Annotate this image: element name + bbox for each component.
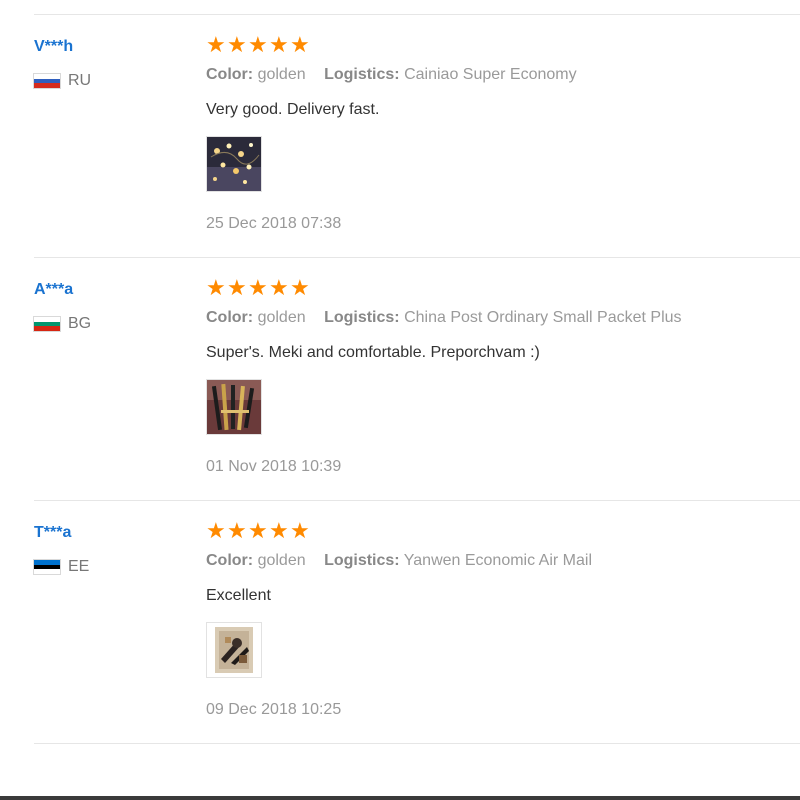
review-date: 25 Dec 2018 07:38 bbox=[206, 215, 342, 232]
ee-flag-icon bbox=[34, 560, 60, 575]
color-label: Color: bbox=[206, 66, 254, 83]
ru-flag-icon bbox=[34, 74, 60, 89]
reviewer-info: V***h RU bbox=[34, 37, 194, 91]
review-meta: Color: golden Logistics: Yanwen Economic… bbox=[206, 551, 800, 571]
review-photo-thumbnail[interactable] bbox=[206, 379, 262, 435]
bottom-edge-bar bbox=[0, 796, 800, 800]
country-code: RU bbox=[68, 72, 92, 89]
review-photo-thumbnail[interactable] bbox=[206, 136, 262, 192]
color-label: Color: bbox=[206, 309, 254, 326]
review-list: V***h RU ★ ★ ★ ★ ★ Color: golden Logistics: bbox=[34, 14, 800, 744]
color-label: Color: bbox=[206, 552, 254, 569]
review-meta: Color: golden Logistics: China Post Ordi… bbox=[206, 308, 800, 328]
logistics-label: Logistics: bbox=[324, 552, 400, 569]
review-comment: Excellent bbox=[206, 587, 271, 604]
star-icon: ★ bbox=[290, 276, 310, 301]
color-value: golden bbox=[257, 552, 306, 569]
country-code: BG bbox=[68, 315, 92, 332]
star-icon: ★ bbox=[227, 276, 247, 301]
review-item: A***a BG ★ ★ ★ ★ ★ Color: golden Logistics: bbox=[34, 258, 800, 501]
star-icon: ★ bbox=[290, 519, 310, 544]
logistics-value: Cainiao Super Economy bbox=[404, 66, 577, 83]
reviewer-info: T***a EE bbox=[34, 523, 194, 577]
review-body: ★ ★ ★ ★ ★ Color: golden Logistics: Cainiao S… bbox=[206, 35, 800, 234]
reviewer-name[interactable]: A***a bbox=[34, 280, 194, 300]
star-icon: ★ bbox=[206, 33, 226, 58]
star-icon: ★ bbox=[290, 33, 310, 58]
logistics-label: Logistics: bbox=[324, 309, 400, 326]
star-icon: ★ bbox=[248, 276, 268, 301]
star-icon: ★ bbox=[227, 519, 247, 544]
star-icon: ★ bbox=[248, 519, 268, 544]
review-photo-brush-set bbox=[207, 623, 261, 677]
review-photo-fairy-lights bbox=[207, 137, 261, 191]
review-date: 09 Dec 2018 10:25 bbox=[206, 701, 342, 718]
star-rating: ★ ★ ★ ★ ★ bbox=[206, 278, 800, 300]
reviewer-name[interactable]: T***a bbox=[34, 523, 194, 543]
color-value: golden bbox=[257, 66, 306, 83]
review-photo-thumbnail[interactable] bbox=[206, 622, 262, 678]
star-icon: ★ bbox=[248, 33, 268, 58]
star-icon: ★ bbox=[206, 519, 226, 544]
review-photo-brushes bbox=[207, 380, 261, 434]
review-comment: Very good. Delivery fast. bbox=[206, 101, 380, 118]
star-rating: ★ ★ ★ ★ ★ bbox=[206, 521, 800, 543]
flag-stripe bbox=[34, 83, 60, 89]
reviewer-country: BG bbox=[34, 314, 194, 334]
reviewer-country: RU bbox=[34, 71, 194, 91]
flag-stripe bbox=[34, 569, 60, 575]
reviewer-country: EE bbox=[34, 557, 194, 577]
review-body: ★ ★ ★ ★ ★ Color: golden Logistics: Yanwen Ec… bbox=[206, 521, 800, 720]
country-code: EE bbox=[68, 558, 90, 575]
review-meta: Color: golden Logistics: Cainiao Super E… bbox=[206, 65, 800, 85]
star-icon: ★ bbox=[227, 33, 247, 58]
review-page: V***h RU ★ ★ ★ ★ ★ Color: golden Logistics: bbox=[0, 0, 800, 800]
review-date: 01 Nov 2018 10:39 bbox=[206, 458, 342, 475]
star-rating: ★ ★ ★ ★ ★ bbox=[206, 35, 800, 57]
flag-stripe bbox=[34, 326, 60, 332]
review-item: T***a EE ★ ★ ★ ★ ★ Color: golden Logistics: bbox=[34, 501, 800, 744]
star-icon: ★ bbox=[269, 276, 289, 301]
star-icon: ★ bbox=[269, 519, 289, 544]
logistics-value: Yanwen Economic Air Mail bbox=[403, 552, 593, 569]
review-body: ★ ★ ★ ★ ★ Color: golden Logistics: China Pos… bbox=[206, 278, 800, 477]
logistics-value: China Post Ordinary Small Packet Plus bbox=[404, 309, 682, 326]
star-icon: ★ bbox=[206, 276, 226, 301]
bg-flag-icon bbox=[34, 317, 60, 332]
review-comment: Super's. Meki and comfortable. Preporchv… bbox=[206, 344, 540, 361]
reviewer-name[interactable]: V***h bbox=[34, 37, 194, 57]
color-value: golden bbox=[257, 309, 306, 326]
reviewer-info: A***a BG bbox=[34, 280, 194, 334]
logistics-label: Logistics: bbox=[324, 66, 400, 83]
star-icon: ★ bbox=[269, 33, 289, 58]
review-item: V***h RU ★ ★ ★ ★ ★ Color: golden Logistics: bbox=[34, 15, 800, 258]
